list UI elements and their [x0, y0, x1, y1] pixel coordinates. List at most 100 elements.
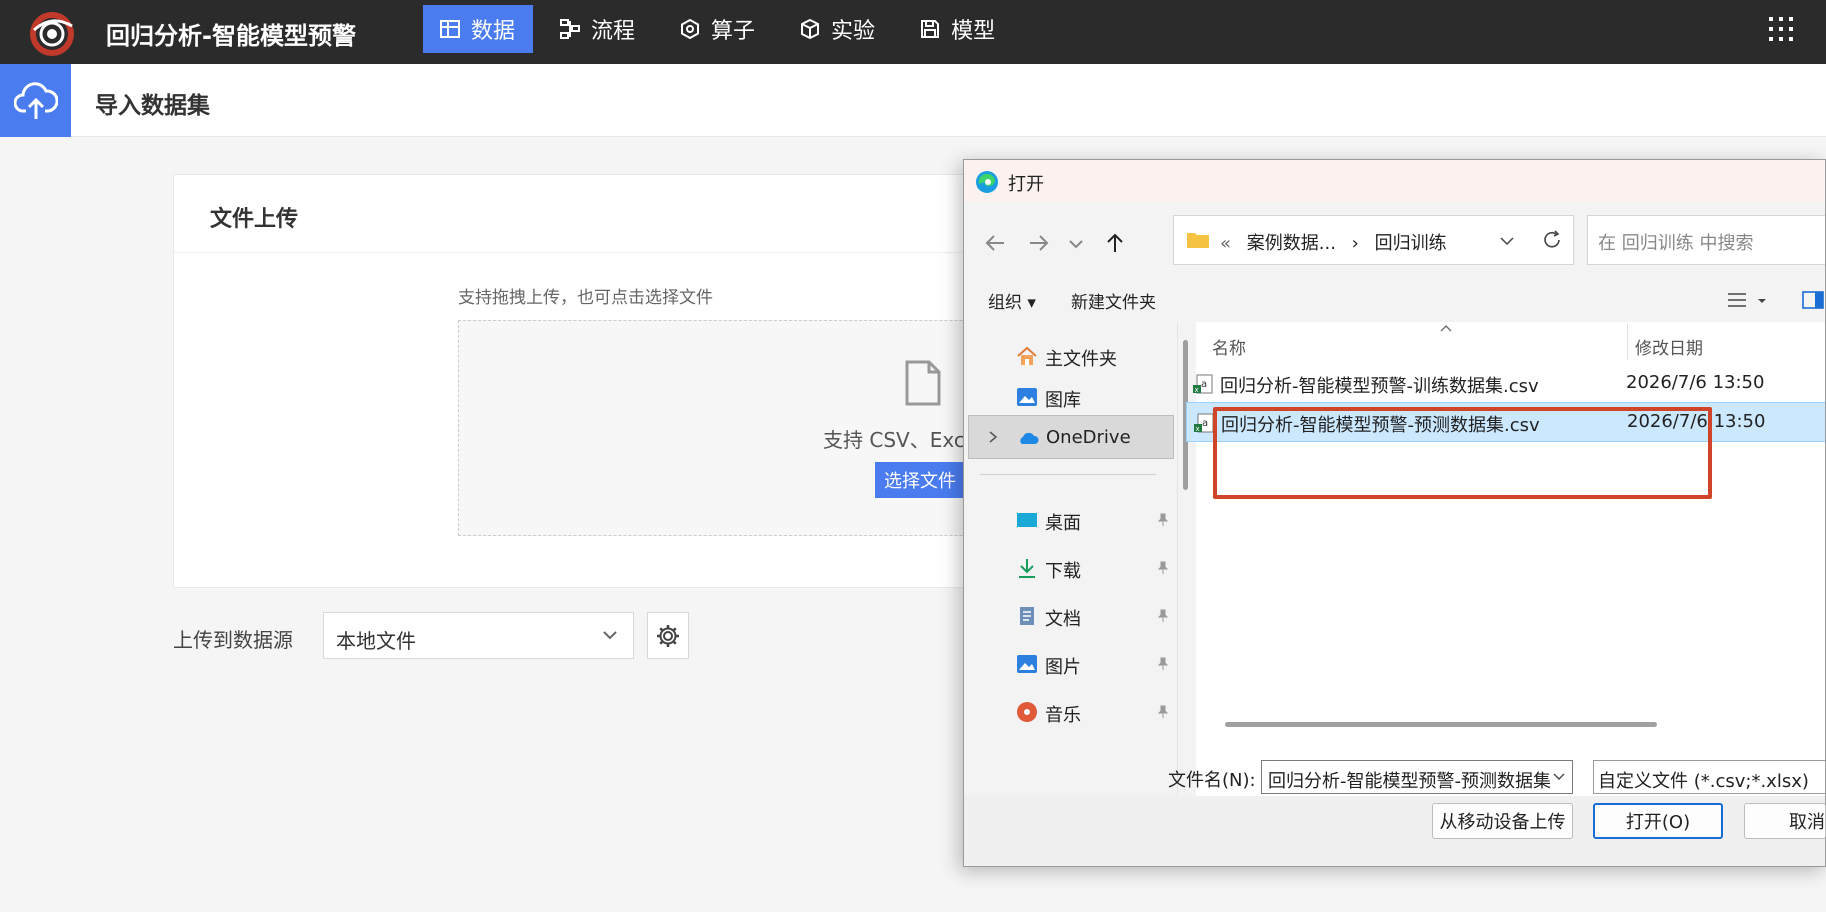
nav-item-music[interactable]: 音乐	[968, 690, 1174, 734]
nav-item-desktop[interactable]: 桌面	[968, 498, 1174, 542]
svg-text:a: a	[1201, 379, 1207, 390]
file-row-selected[interactable]: ax 回归分析-智能模型预警-预测数据集.csv 2026/7/6 13:50	[1186, 402, 1825, 442]
choose-file-button[interactable]: 选择文件	[875, 462, 965, 498]
column-header-name[interactable]: 名称	[1212, 334, 1246, 359]
search-input[interactable]: 在 回归训练 中搜索	[1587, 215, 1825, 265]
cube-icon	[801, 18, 820, 40]
breadcrumb-item-case-data[interactable]: 案例数据...	[1247, 233, 1336, 254]
gallery-icon	[1017, 388, 1037, 406]
picture-icon	[1017, 655, 1037, 673]
nav-item-home[interactable]: 主文件夹	[968, 334, 1174, 378]
organize-menu[interactable]: 组织 ▾	[988, 288, 1036, 313]
file-list: 名称 修改日期 ax 回归分析-智能模型预警-训练数据集.csv 2026/7/…	[1186, 322, 1825, 796]
nav-flow[interactable]: 流程	[543, 5, 653, 53]
address-bar[interactable]: « 案例数据... › 回归训练	[1173, 215, 1574, 265]
horizontal-scrollbar[interactable]	[1225, 722, 1657, 727]
file-name: 回归分析-智能模型预警-训练数据集.csv	[1220, 376, 1539, 397]
pin-icon[interactable]	[1156, 513, 1170, 527]
dialog-titlebar[interactable]: 打开	[964, 160, 1825, 202]
gear-icon	[657, 624, 679, 647]
svg-text:x: x	[1195, 386, 1199, 394]
nav-operator[interactable]: 算子	[663, 5, 773, 53]
dialog-title: 打开	[1008, 174, 1044, 195]
forward-arrow-icon[interactable]	[1026, 230, 1052, 256]
nav-item-label: 文档	[1045, 609, 1081, 630]
settings-button[interactable]	[647, 612, 689, 659]
source-label: 上传到数据源	[173, 628, 293, 652]
nav-model[interactable]: 模型	[903, 5, 1013, 53]
nav-item-onedrive[interactable]: OneDrive	[968, 415, 1174, 459]
nav-experiment[interactable]: 实验	[783, 5, 893, 53]
sort-ascending-icon	[1440, 325, 1452, 332]
source-select[interactable]: 本地文件	[323, 612, 634, 659]
refresh-icon[interactable]	[1541, 229, 1563, 251]
cloud-upload-icon	[13, 81, 58, 119]
filetype-select[interactable]: 自定义文件 (*.csv;*.xlsx)	[1593, 760, 1826, 794]
column-header-modified[interactable]: 修改日期	[1635, 334, 1703, 359]
preview-pane-icon[interactable]	[1802, 290, 1824, 310]
breadcrumb-overflow[interactable]: «	[1220, 233, 1231, 254]
up-arrow-icon[interactable]	[1102, 230, 1128, 256]
nav-item-gallery[interactable]: 图库	[968, 375, 1174, 419]
navigation-pane: 主文件夹 图库 OneDrive 桌面 下载 文档 图片 音乐	[964, 322, 1178, 796]
breadcrumb: « 案例数据... › 回归训练	[1220, 229, 1457, 255]
nav-item-label: 图库	[1045, 390, 1081, 411]
upload-tab[interactable]	[0, 64, 71, 137]
nav-item-label: 下载	[1045, 561, 1081, 582]
edge-browser-icon	[976, 171, 998, 193]
table-icon	[440, 20, 460, 38]
source-selected-value: 本地文件	[336, 629, 416, 653]
nav-item-label: 图片	[1045, 657, 1081, 678]
nav-item-label: OneDrive	[1046, 427, 1131, 448]
recent-locations-icon[interactable]	[1066, 230, 1086, 256]
breadcrumb-separator: ›	[1351, 233, 1359, 254]
app-title: 回归分析-智能模型预警	[106, 22, 356, 50]
pin-icon[interactable]	[1156, 609, 1170, 623]
divider	[980, 474, 1156, 475]
file-name: 回归分析-智能模型预警-预测数据集.csv	[1221, 415, 1540, 436]
breadcrumb-item-regression[interactable]: 回归训练	[1375, 233, 1447, 254]
download-icon	[1019, 559, 1035, 578]
nav-label: 数据	[471, 19, 516, 44]
filename-value: 回归分析-智能模型预警-预测数据集	[1268, 771, 1551, 792]
column-divider[interactable]	[1627, 324, 1628, 360]
flow-icon	[560, 19, 581, 39]
view-list-icon[interactable]	[1726, 291, 1748, 309]
desktop-icon	[1017, 513, 1037, 527]
chevron-down-icon[interactable]	[1498, 232, 1516, 250]
nav-item-label: 主文件夹	[1045, 349, 1117, 370]
file-row[interactable]: ax 回归分析-智能模型预警-训练数据集.csv 2026/7/6 13:50	[1186, 364, 1825, 404]
chevron-down-icon	[603, 631, 617, 640]
app-logo	[30, 12, 74, 56]
apps-grid-icon[interactable]	[1768, 16, 1794, 42]
top-bar: 回归分析-智能模型预警 数据 流程 算子 实验 模型	[0, 0, 1826, 64]
nav-label: 流程	[591, 19, 636, 44]
cancel-button[interactable]: 取消	[1744, 803, 1826, 839]
filename-field[interactable]: 回归分析-智能模型预警-预测数据集	[1261, 760, 1573, 794]
new-folder-button[interactable]: 新建文件夹	[1071, 288, 1156, 313]
document-icon	[1020, 607, 1034, 625]
pin-icon[interactable]	[1156, 561, 1170, 575]
music-icon	[1017, 702, 1037, 722]
nav-item-pictures[interactable]: 图片	[968, 642, 1174, 686]
nav-data[interactable]: 数据	[423, 5, 534, 53]
caret-down-icon[interactable]	[1756, 296, 1768, 306]
back-arrow-icon[interactable]	[982, 230, 1008, 256]
filename-label: 文件名(N):	[1168, 770, 1256, 791]
page-title: 导入数据集	[95, 93, 210, 119]
mobile-upload-button[interactable]: 从移动设备上传	[1432, 803, 1573, 839]
chevron-down-icon[interactable]	[1552, 771, 1566, 783]
nav-item-downloads[interactable]: 下载	[968, 546, 1174, 590]
dialog-toolbar: 组织 ▾ 新建文件夹	[964, 278, 1825, 320]
nav-item-label: 桌面	[1045, 513, 1081, 534]
nav-item-label: 音乐	[1045, 705, 1081, 726]
open-button[interactable]: 打开(O)	[1593, 803, 1723, 839]
home-icon	[1017, 346, 1037, 365]
pin-icon[interactable]	[1156, 657, 1170, 671]
operator-icon	[681, 18, 700, 40]
nav-item-documents[interactable]: 文档	[968, 594, 1174, 638]
chevron-right-icon[interactable]	[987, 430, 999, 444]
pin-icon[interactable]	[1156, 705, 1170, 719]
folder-icon	[1187, 233, 1209, 248]
cloud-icon	[1020, 432, 1039, 444]
